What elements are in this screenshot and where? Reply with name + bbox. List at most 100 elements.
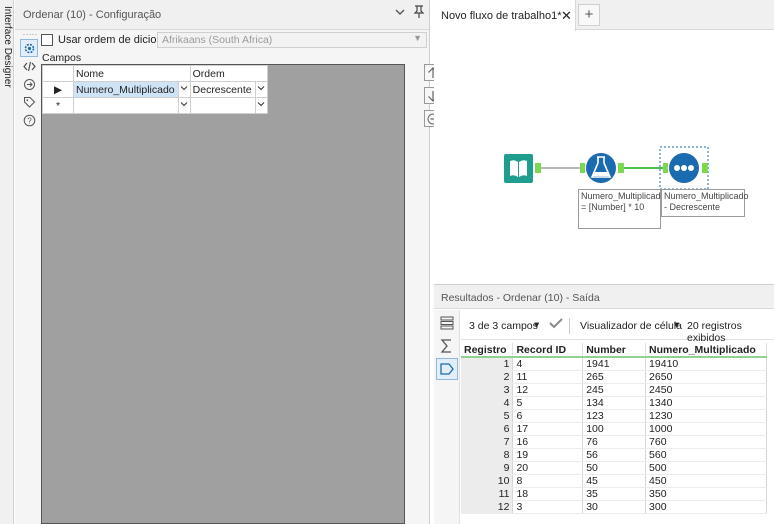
row-selector-icon[interactable]: ▶ (42, 81, 74, 98)
workflow-canvas[interactable]: Numero_Multiplicado = [Number] * 10 Nume… (434, 31, 774, 282)
table-row[interactable]: 10 8 45 450 (461, 474, 767, 488)
table-row[interactable]: 3 12 245 2450 (461, 383, 767, 397)
close-icon[interactable]: ✕ (561, 8, 572, 24)
workflow-tab[interactable]: Novo fluxo de trabalho1* ✕ (434, 0, 576, 31)
numero-multiplicado-cell[interactable]: 2650 (645, 370, 767, 384)
numero-multiplicado-cell[interactable]: 760 (645, 435, 767, 449)
chevron-down-icon[interactable]: ▾ (674, 319, 679, 331)
table-row[interactable]: 5 6 123 1230 (461, 409, 767, 423)
row-number-cell[interactable]: 7 (461, 435, 514, 449)
fields-dropdown[interactable]: 3 de 3 campos (469, 320, 538, 332)
toolbar-divider (569, 318, 570, 334)
sigma-icon[interactable] (437, 336, 457, 356)
table-row[interactable]: 8 19 56 560 (461, 448, 767, 462)
record-id-cell[interactable]: 5 (512, 396, 584, 410)
record-id-cell[interactable]: 16 (512, 435, 584, 449)
row-number-cell[interactable]: 11 (461, 487, 514, 501)
table-row[interactable]: 1 4 1941 19410 (461, 357, 767, 371)
row-number-cell[interactable]: 9 (461, 461, 514, 475)
numero-multiplicado-cell[interactable]: 1000 (645, 422, 767, 436)
number-cell[interactable]: 50 (582, 461, 647, 475)
number-cell[interactable]: 134 (582, 396, 647, 410)
record-id-cell[interactable]: 17 (512, 422, 584, 436)
numero-multiplicado-cell[interactable]: 300 (645, 500, 767, 514)
record-id-cell[interactable]: 11 (512, 370, 584, 384)
number-cell[interactable]: 76 (582, 435, 647, 449)
workflow-area: Novo fluxo de trabalho1* ✕ + Numero_Mult… (434, 0, 774, 282)
check-icon[interactable] (548, 316, 564, 333)
numero-multiplicado-cell[interactable]: 19410 (645, 357, 767, 371)
table-row[interactable]: 2 11 265 2650 (461, 370, 767, 384)
grid-new-row[interactable]: * (42, 97, 268, 114)
table-row[interactable]: 11 18 35 350 (461, 487, 767, 501)
table-row[interactable]: 4 5 134 1340 (461, 396, 767, 410)
number-cell[interactable]: 123 (582, 409, 647, 423)
column-header-record-id[interactable]: Record ID (512, 343, 584, 358)
code-icon[interactable] (21, 58, 37, 74)
number-cell[interactable]: 245 (582, 383, 647, 397)
field-name-select[interactable] (73, 97, 191, 114)
numero-multiplicado-cell[interactable]: 560 (645, 448, 767, 462)
numero-multiplicado-cell[interactable]: 450 (645, 474, 767, 488)
help-icon[interactable]: ? (21, 112, 37, 128)
record-id-cell[interactable]: 18 (512, 487, 584, 501)
interface-designer-label[interactable]: Interface Designer (2, 6, 13, 88)
numero-multiplicado-cell[interactable]: 350 (645, 487, 767, 501)
row-number-cell[interactable]: 1 (461, 357, 514, 371)
column-header-number[interactable]: Number (582, 343, 647, 358)
record-id-cell[interactable]: 4 (512, 357, 584, 371)
dictionary-order-checkbox[interactable] (41, 34, 53, 46)
record-id-cell[interactable]: 3 (512, 500, 584, 514)
field-name-select[interactable]: Numero_Multiplicado (73, 81, 191, 98)
column-header-registro[interactable]: Registro (461, 343, 514, 358)
row-number-cell[interactable]: 6 (461, 422, 514, 436)
numero-multiplicado-cell[interactable]: 1230 (645, 409, 767, 423)
tag-icon[interactable] (21, 94, 37, 110)
record-id-cell[interactable]: 20 (512, 461, 584, 475)
table-row[interactable]: 7 16 76 760 (461, 435, 767, 449)
table-view-icon[interactable] (437, 313, 457, 333)
record-id-cell[interactable]: 19 (512, 448, 584, 462)
record-id-cell[interactable]: 12 (512, 383, 584, 397)
chevron-down-icon[interactable] (254, 98, 267, 113)
cell-viewer-dropdown[interactable]: Visualizador de célula (580, 320, 682, 332)
numero-multiplicado-cell[interactable]: 2450 (645, 383, 767, 397)
record-id-cell[interactable]: 8 (512, 474, 584, 488)
gear-icon[interactable] (20, 39, 38, 57)
table-row[interactable]: 12 3 30 300 (461, 500, 767, 514)
number-cell[interactable]: 265 (582, 370, 647, 384)
chevron-down-icon[interactable] (177, 82, 190, 97)
row-number-cell[interactable]: 2 (461, 370, 514, 384)
column-header-numero-multiplicado[interactable]: Numero_Multiplicado (645, 343, 767, 358)
row-number-cell[interactable]: 5 (461, 409, 514, 423)
chevron-down-icon[interactable]: ▾ (534, 319, 539, 331)
chevron-down-icon[interactable] (177, 98, 190, 113)
table-row[interactable]: 6 17 100 1000 (461, 422, 767, 436)
row-number-cell[interactable]: 3 (461, 383, 514, 397)
chevron-down-icon[interactable] (394, 6, 406, 21)
pin-icon[interactable] (413, 5, 425, 22)
add-tab-button[interactable]: + (578, 4, 600, 26)
row-number-cell[interactable]: 10 (461, 474, 514, 488)
numero-multiplicado-cell[interactable]: 1340 (645, 396, 767, 410)
workflow-tab-label[interactable]: Novo fluxo de trabalho1* (441, 10, 561, 22)
number-cell[interactable]: 35 (582, 487, 647, 501)
numero-multiplicado-cell[interactable]: 500 (645, 461, 767, 475)
table-row[interactable]: 9 20 50 500 (461, 461, 767, 475)
tag-shape-icon[interactable] (436, 358, 458, 380)
chevron-down-icon[interactable] (254, 82, 267, 97)
connection-icon[interactable] (21, 76, 37, 92)
number-cell[interactable]: 100 (582, 422, 647, 436)
number-cell[interactable]: 30 (582, 500, 647, 514)
row-number-cell[interactable]: 4 (461, 396, 514, 410)
grid-row[interactable]: ▶ Numero_Multiplicado Decrescente (42, 81, 268, 98)
number-cell[interactable]: 1941 (582, 357, 647, 371)
row-number-cell[interactable]: 12 (461, 500, 514, 514)
sort-order-select[interactable] (189, 97, 268, 114)
record-id-cell[interactable]: 6 (512, 409, 584, 423)
number-cell[interactable]: 56 (582, 448, 647, 462)
number-cell[interactable]: 45 (582, 474, 647, 488)
row-number-cell[interactable]: 8 (461, 448, 514, 462)
interface-designer-strip[interactable]: Interface Designer (0, 0, 14, 524)
sort-order-select[interactable]: Decrescente (189, 81, 268, 98)
